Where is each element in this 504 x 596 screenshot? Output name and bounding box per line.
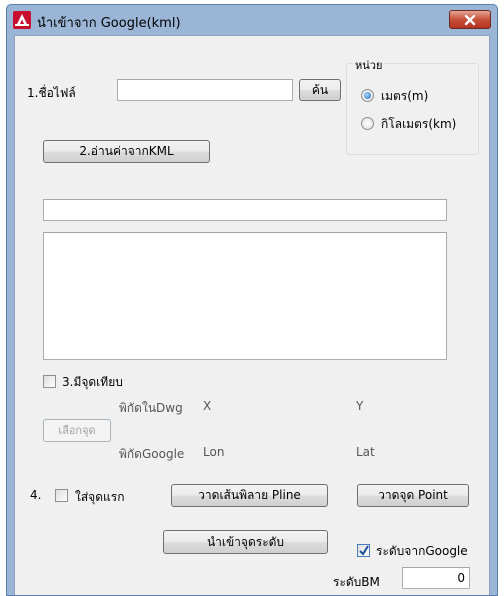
level-from-google-label: ระดับจากGoogle bbox=[376, 544, 468, 558]
google-lat-label: Lat bbox=[356, 445, 375, 459]
bm-level-label: ระดับBM bbox=[333, 575, 380, 589]
close-button[interactable] bbox=[449, 10, 491, 29]
close-icon bbox=[464, 14, 476, 26]
first-point-label: ใส่จุดแรก bbox=[75, 490, 125, 504]
window-title: นำเข้าจาก Google(kml) bbox=[37, 16, 181, 31]
unit-radio-kilometer[interactable] bbox=[361, 117, 374, 130]
unit-meter-label: เมตร(m) bbox=[381, 89, 429, 103]
unit-groupbox bbox=[346, 63, 479, 155]
google-coordinate-label: พิกัดGoogle bbox=[119, 447, 185, 461]
bm-level-input[interactable] bbox=[402, 567, 470, 589]
title-bar[interactable]: นำเข้าจาก Google(kml) bbox=[7, 5, 497, 35]
draw-pline-button[interactable]: วาดเส้นพิลาย Pline bbox=[171, 484, 328, 507]
search-file-button[interactable]: ค้น bbox=[299, 79, 341, 101]
checkmark-icon bbox=[359, 545, 369, 556]
step-4-label: 4. bbox=[30, 488, 42, 502]
compare-point-label: 3.มีจุดเทียบ bbox=[62, 375, 123, 389]
file-name-input[interactable] bbox=[117, 79, 293, 101]
dialog-window: นำเข้าจาก Google(kml) 1.ชื่อไฟล์ ค้น หน่… bbox=[6, 4, 498, 596]
dwg-y-label: Y bbox=[356, 399, 364, 413]
dwg-x-label: X bbox=[203, 399, 212, 413]
dwg-coordinate-label: พิกัดในDwg bbox=[119, 401, 183, 415]
read-kml-button[interactable]: 2.อ่านค่าจากKML bbox=[43, 140, 210, 163]
dialog-client-area: 1.ชื่อไฟล์ ค้น หน่วย เมตร(m) กิโลเมตร(km… bbox=[14, 35, 490, 595]
data-list-area[interactable] bbox=[43, 232, 447, 360]
google-lon-label: Lon bbox=[203, 445, 225, 459]
pick-point-button[interactable]: เลือกจุด bbox=[43, 419, 111, 442]
compare-point-checkbox[interactable] bbox=[43, 375, 56, 388]
unit-kilometer-label: กิโลเมตร(km) bbox=[381, 117, 457, 131]
autocad-app-icon bbox=[13, 11, 31, 29]
status-field bbox=[43, 199, 447, 221]
unit-group-title: หน่วย bbox=[353, 56, 385, 74]
level-from-google-checkbox[interactable] bbox=[357, 544, 370, 557]
import-level-points-button[interactable]: นำเข้าจุดระดับ bbox=[163, 530, 328, 554]
first-point-checkbox[interactable] bbox=[55, 489, 68, 502]
draw-point-button[interactable]: วาดจุด Point bbox=[357, 484, 469, 507]
file-name-label: 1.ชื่อไฟล์ bbox=[27, 86, 76, 100]
unit-radio-meter[interactable] bbox=[361, 89, 374, 102]
